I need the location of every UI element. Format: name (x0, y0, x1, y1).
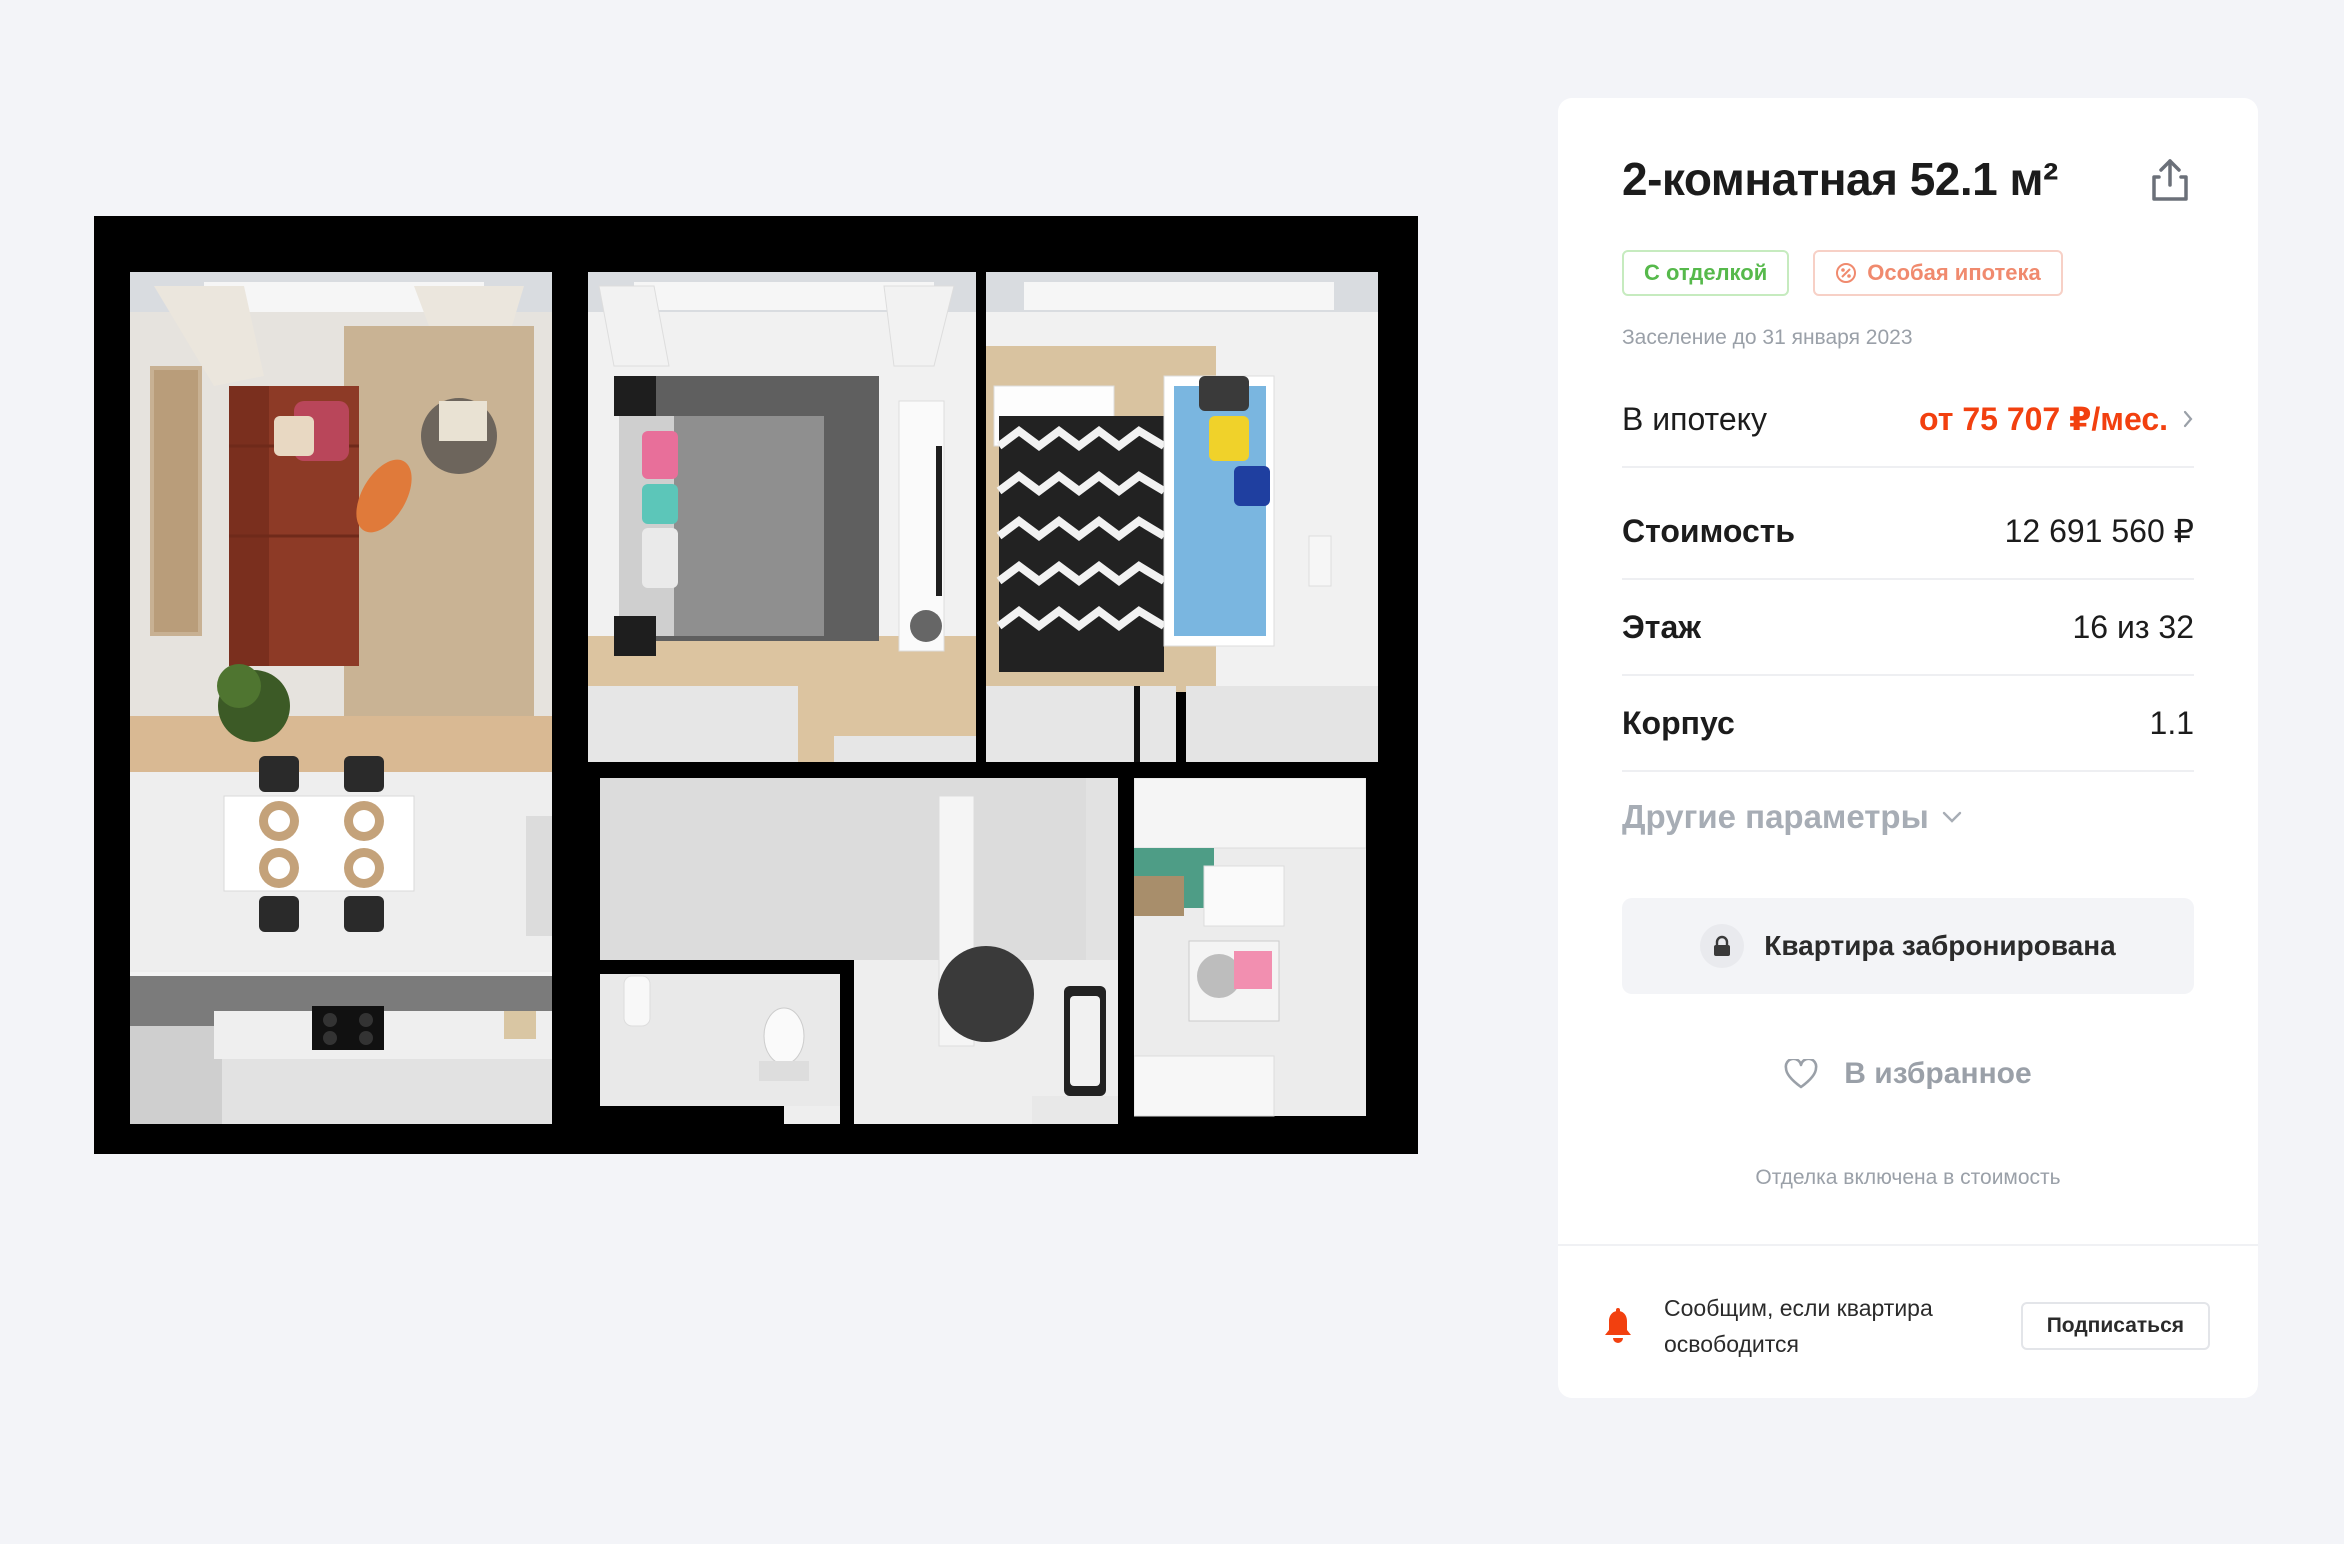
bell-icon (1594, 1308, 1642, 1344)
param-row-building: Корпус 1.1 (1622, 676, 2194, 772)
lock-icon (1700, 924, 1745, 968)
add-to-favorites-button[interactable]: В избранное (1622, 1042, 2194, 1106)
mortgage-label: В ипотеку (1622, 400, 1767, 437)
booked-label: Квартира забронирована (1764, 930, 2116, 961)
param-row-price: Стоимость 12 691 560 ₽ (1622, 484, 2194, 580)
param-value: 16 из 32 (2072, 608, 2194, 645)
booked-status: Квартира забронирована (1622, 898, 2194, 994)
living-room (130, 272, 552, 1124)
param-row-floor: Этаж 16 из 32 (1622, 580, 2194, 676)
divider (1558, 1244, 2258, 1246)
param-label: Стоимость (1622, 512, 1796, 549)
tag-label: Особая ипотека (1867, 260, 2041, 285)
tag-special-mortgage: Особая ипотека (1813, 250, 2063, 296)
mortgage-row: В ипотеку от 75 707 ₽/мес. (1622, 372, 2194, 468)
favorite-label: В избранное (1844, 1057, 2032, 1090)
percent-icon (1836, 263, 1857, 283)
param-label: Корпус (1622, 704, 1735, 741)
other-params-label: Другие параметры (1622, 798, 1929, 835)
bedroom-1 (588, 272, 976, 762)
share-icon (2152, 159, 2188, 201)
other-params-toggle[interactable]: Другие параметры (1622, 798, 1963, 836)
chevron-right-icon (2183, 410, 2193, 428)
apartment-card: 2-комнатная 52.1 м² С отделкой Особая ип… (1558, 98, 2258, 1398)
notify-text: Сообщим, если квартира освободится (1664, 1295, 1933, 1357)
notify-section: Сообщим, если квартира освободится Подпи… (1594, 1276, 2214, 1376)
bathroom (1133, 777, 1367, 1117)
heart-icon (1784, 1059, 1818, 1089)
finish-note: Отделка включена в стоимость (1755, 1166, 2061, 1189)
settlement-date: Заселение до 31 января 2023 (1622, 326, 1913, 349)
tag-finishing: С отделкой (1622, 250, 1790, 296)
mortgage-value: от 75 707 ₽/мес. (1919, 401, 2168, 437)
floor-plan-image (94, 216, 1418, 1154)
param-value: 1.1 (2149, 704, 2194, 741)
share-button[interactable] (2146, 154, 2194, 206)
apartment-title: 2-комнатная 52.1 м² (1622, 153, 2058, 205)
tags: С отделкой Особая ипотека (1622, 250, 2063, 296)
bedroom-2 (986, 272, 1378, 762)
tag-label: С отделкой (1644, 260, 1768, 285)
param-label: Этаж (1622, 608, 1701, 645)
param-value: 12 691 560 ₽ (2004, 513, 2194, 549)
subscribe-button[interactable]: Подписаться (2020, 1302, 2210, 1350)
chevron-down-icon (1942, 811, 1961, 823)
toilet-room (600, 974, 840, 1106)
mortgage-link[interactable]: от 75 707 ₽/мес. (1919, 400, 2194, 438)
